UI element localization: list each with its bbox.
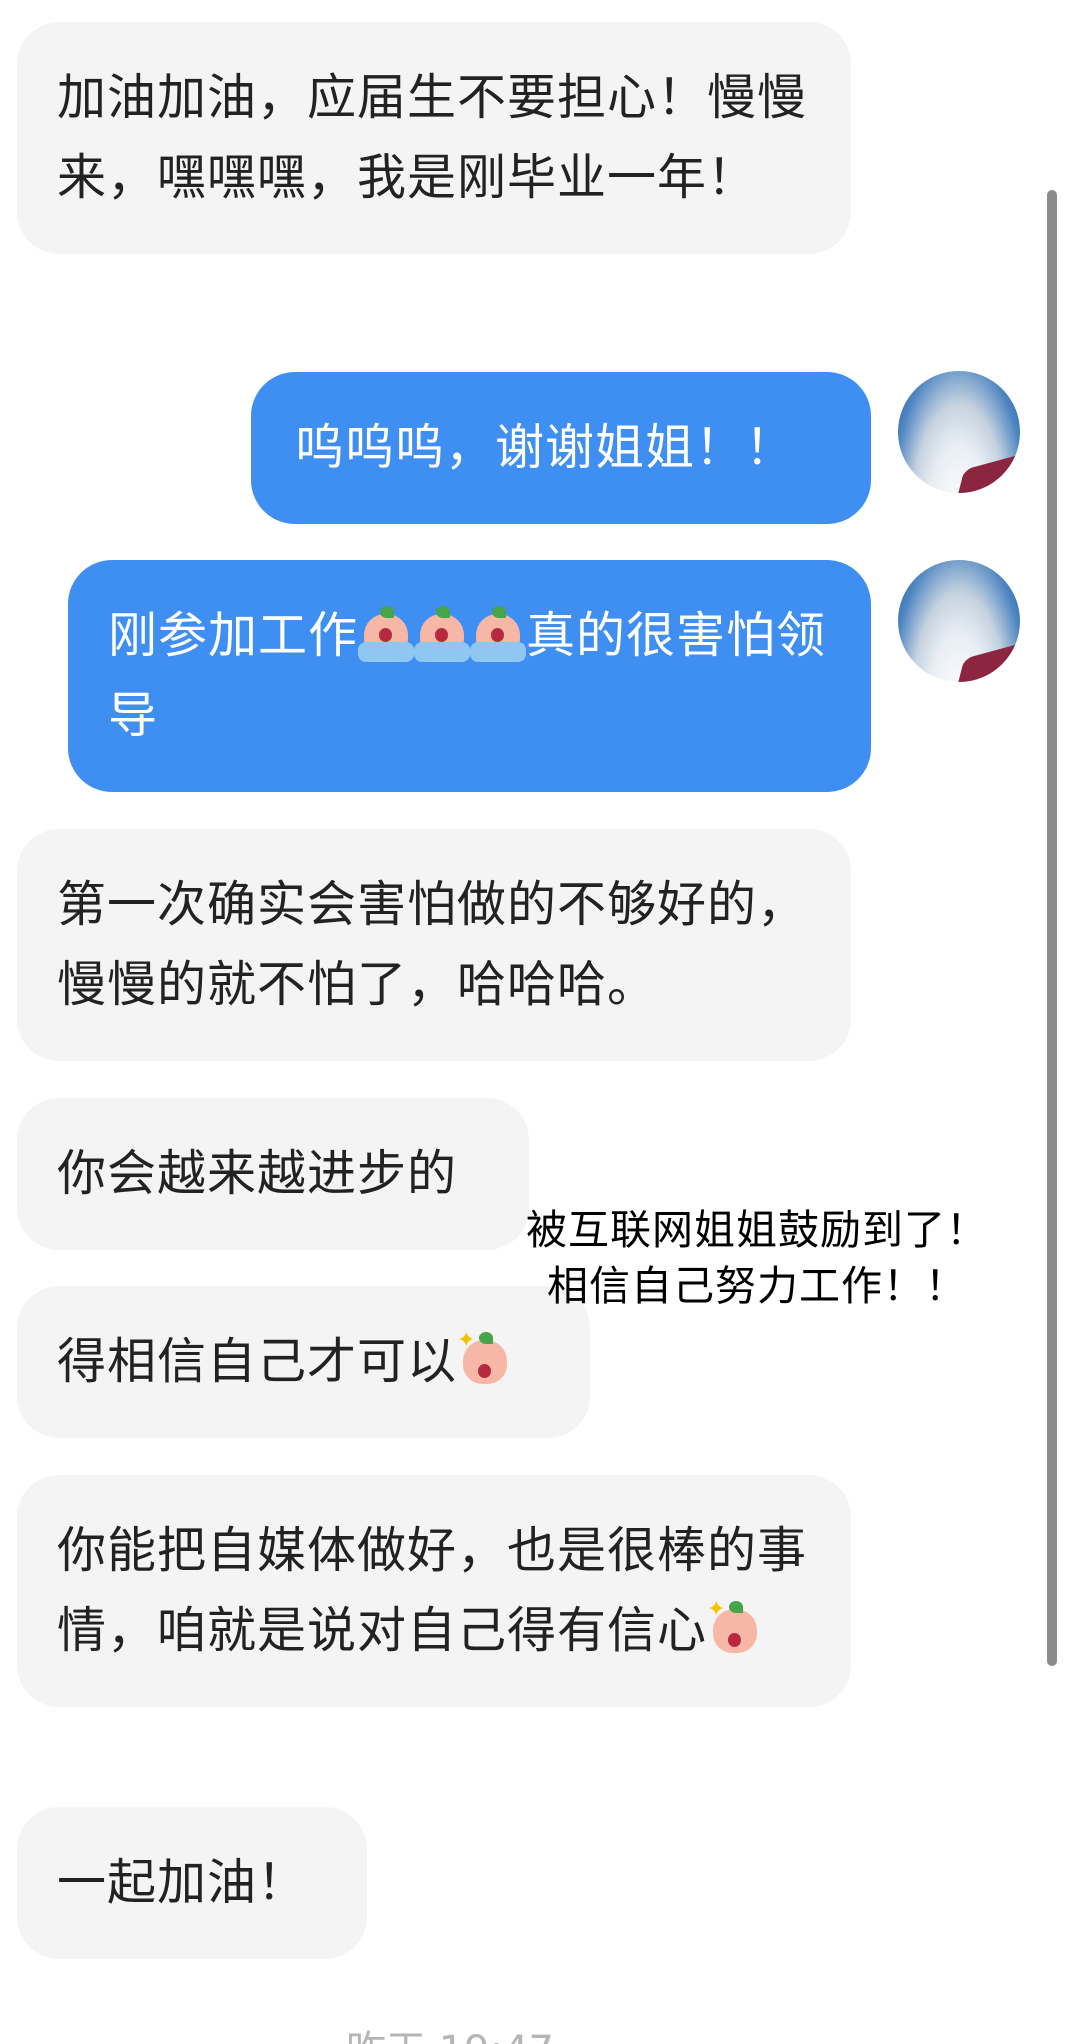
overlay-caption-line-2: 相信自己努力工作！！ — [547, 1262, 967, 1310]
chat-screen: 加油加油，应届生不要担心！慢慢来，嘿嘿嘿，我是刚毕业一年！ 呜呜呜，谢谢姐姐！！… — [0, 0, 1074, 2044]
incoming-message[interactable]: 你能把自媒体做好，也是很棒的事情，咱就是说对自己得有信心 ✦ — [17, 1475, 851, 1707]
crying-face-emoji — [358, 604, 415, 662]
incoming-message[interactable]: 一起加油！ — [17, 1807, 367, 1959]
overlay-caption-line-1: 被互联网姐姐鼓励到了！ — [526, 1206, 988, 1254]
user-avatar[interactable] — [898, 560, 1020, 682]
message-text-start: 刚参加工作 — [108, 607, 359, 664]
message-text: 呜呜呜，谢谢姐姐！！ — [295, 419, 796, 476]
timestamp: 昨天 19:47 — [0, 2018, 900, 2044]
cheering-face-emoji: ✦ — [457, 1330, 513, 1388]
message-text: 得相信自己才可以 — [57, 1333, 458, 1390]
message-text: 加油加油，应届生不要担心！慢慢来，嘿嘿嘿，我是刚毕业一年！ — [57, 69, 808, 206]
message-text: 你会越来越进步的 — [57, 1145, 458, 1202]
message-text: 第一次确实会害怕做的不够好的，慢慢的就不怕了，哈哈哈。 — [57, 876, 808, 1013]
incoming-message[interactable]: 第一次确实会害怕做的不够好的，慢慢的就不怕了，哈哈哈。 — [17, 829, 851, 1061]
incoming-message[interactable]: 得相信自己才可以 ✦ — [17, 1286, 590, 1438]
message-text: 一起加油！ — [57, 1854, 308, 1911]
cheering-face-emoji: ✦ — [707, 1599, 763, 1657]
scrollbar[interactable] — [1047, 190, 1057, 1666]
overlay-caption: 被互联网姐姐鼓励到了！ 相信自己努力工作！！ — [508, 1202, 1006, 1314]
crying-face-emoji — [414, 604, 471, 662]
message-text: 你能把自媒体做好，也是很棒的事情，咱就是说对自己得有信心 — [57, 1522, 808, 1659]
incoming-message[interactable]: 加油加油，应届生不要担心！慢慢来，嘿嘿嘿，我是刚毕业一年！ — [17, 22, 851, 254]
crying-face-emoji — [470, 604, 527, 662]
outgoing-message[interactable]: 刚参加工作 真的很害怕领导 — [68, 560, 871, 792]
incoming-message[interactable]: 你会越来越进步的 — [17, 1098, 529, 1250]
user-avatar[interactable] — [898, 371, 1020, 493]
outgoing-message[interactable]: 呜呜呜，谢谢姐姐！！ — [251, 372, 871, 524]
